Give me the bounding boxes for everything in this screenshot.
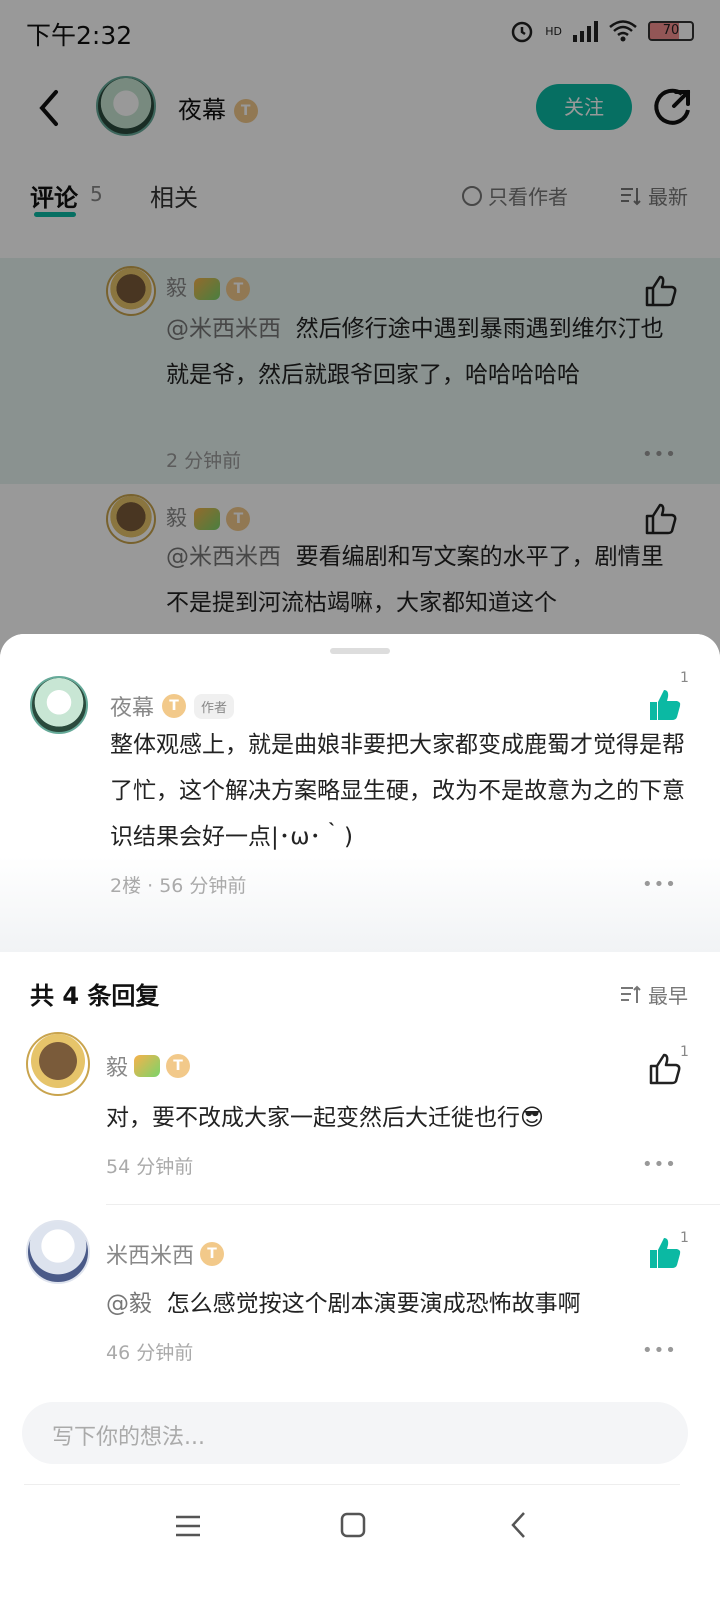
- author-tag: 作者: [194, 693, 235, 719]
- level-badge: T: [166, 1054, 191, 1078]
- comment-meta: 2楼 · 56 分钟前: [110, 875, 247, 897]
- input-placeholder: 写下你的想法...: [52, 1425, 205, 1450]
- divider: [106, 1204, 720, 1205]
- sort-icon: [621, 985, 641, 1003]
- reply-author[interactable]: 米西米西 T: [106, 1238, 225, 1270]
- thumbs-up-icon[interactable]: [648, 1236, 682, 1270]
- nav-back-icon[interactable]: [508, 1510, 530, 1540]
- more-icon[interactable]: •••: [642, 874, 676, 895]
- replies-count-title: 共 4 条回复: [30, 982, 160, 1010]
- divider: [24, 1484, 680, 1485]
- like-count: 1: [680, 1044, 689, 1060]
- reply-time: 54 分钟前: [106, 1156, 194, 1178]
- comment-text: 整体观感上，就是曲娘非要把大家都变成鹿蜀才觉得是帮了忙，这个解决方案略显生硬，改…: [110, 732, 685, 850]
- like-count: 1: [680, 670, 689, 686]
- reply-text: @毅 怎么感觉按这个剧本演要演成恐怖故事啊: [106, 1291, 581, 1317]
- reply-item[interactable]: 米西米西 T 1 @毅 怎么感觉按这个剧本演要演成恐怖故事啊 46 分钟前 ••…: [0, 1218, 720, 1388]
- comment-author[interactable]: 夜幕 T 作者: [110, 690, 235, 722]
- like-count: 1: [680, 1230, 689, 1246]
- avatar[interactable]: [26, 1032, 90, 1096]
- level-badge: T: [162, 694, 187, 718]
- more-icon[interactable]: •••: [642, 1340, 676, 1361]
- avatar[interactable]: [30, 676, 88, 734]
- sort-earliest-button[interactable]: 最早: [620, 980, 688, 1009]
- home-icon[interactable]: [340, 1512, 366, 1538]
- drag-handle[interactable]: [330, 648, 390, 654]
- menu-icon[interactable]: [174, 1512, 202, 1540]
- avatar[interactable]: [26, 1220, 90, 1284]
- reply-item[interactable]: 毅 T 1 对，要不改成大家一起变然后大迁徙也行😎 54 分钟前 •••: [0, 1030, 720, 1200]
- replies-header: 共 4 条回复 最早: [0, 952, 720, 1032]
- system-nav-bar: [0, 1500, 720, 1600]
- reply-text: 对，要不改成大家一起变然后大迁徙也行😎: [106, 1105, 544, 1131]
- medal-icon: [134, 1055, 161, 1077]
- more-icon[interactable]: •••: [642, 1154, 676, 1175]
- thumbs-up-icon[interactable]: [648, 1052, 682, 1086]
- level-badge: T: [200, 1242, 225, 1266]
- reply-author[interactable]: 毅 T: [106, 1050, 191, 1082]
- reply-time: 46 分钟前: [106, 1342, 194, 1364]
- comment-input[interactable]: 写下你的想法...: [22, 1402, 688, 1464]
- thumbs-up-icon[interactable]: [648, 688, 682, 722]
- main-comment: 夜幕 T 作者 1 整体观感上，就是曲娘非要把大家都变成鹿蜀才觉得是帮了忙，这个…: [0, 634, 720, 952]
